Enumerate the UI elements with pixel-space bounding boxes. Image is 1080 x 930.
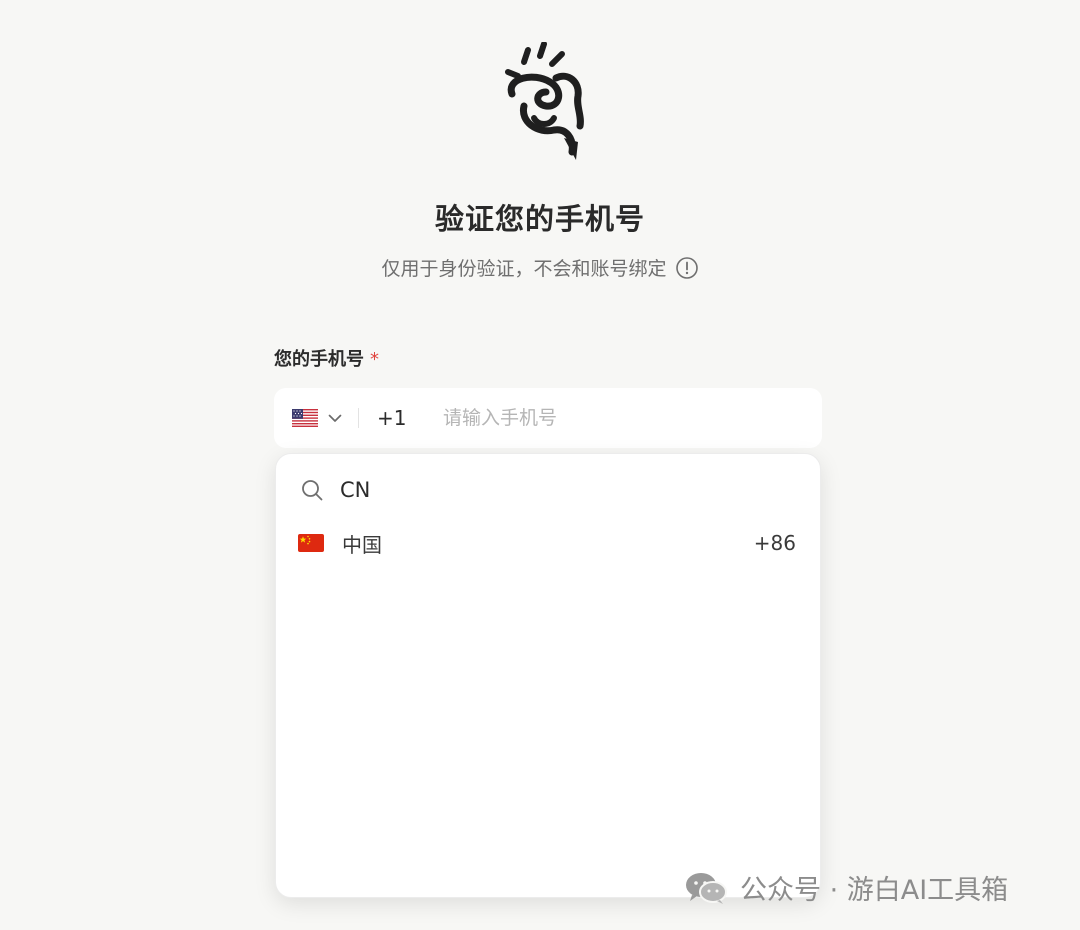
phone-number-input[interactable] [443,407,773,429]
wechat-icon [686,872,727,904]
subtitle-text: 仅用于身份验证，不会和账号绑定 [381,258,667,280]
watermark: 公众号 · 游白AI工具箱 [684,868,1008,907]
country-search [300,472,796,508]
watermark-text: 公众号 · 游白AI工具箱 [740,875,1009,906]
footer-links [456,884,636,898]
verify-phone-page: 验证您的手机号 仅用于身份验证，不会和账号绑定 您的手机号 * +1 请输入手机… [0,0,1080,930]
footer-link[interactable] [456,884,528,898]
country-option-code: +86 [753,531,796,555]
phone-input-group: +1 [274,388,822,448]
country-option-name: 中国 [342,532,382,557]
us-flag-icon [292,409,318,427]
page-subtitle: 仅用于身份验证，不会和账号绑定 [0,254,1080,281]
required-mark: * [370,349,379,370]
app-logo [505,42,584,160]
field-divider [358,408,359,428]
country-code-select[interactable] [274,388,358,448]
info-icon[interactable] [675,256,699,280]
country-option[interactable]: 中国 +86 [298,526,796,560]
cn-flag-icon [298,534,324,552]
dial-code: +1 [377,406,407,430]
page-title: 验证您的手机号 [434,202,645,236]
country-dropdown: 中国 +86 [275,453,821,898]
country-search-input[interactable] [340,478,740,502]
search-icon [302,480,323,501]
chevron-down-icon [328,414,342,422]
phone-label-text: 您的手机号 [274,349,364,370]
footer-link[interactable] [564,884,636,898]
phone-field-label: 您的手机号 * [274,345,379,371]
